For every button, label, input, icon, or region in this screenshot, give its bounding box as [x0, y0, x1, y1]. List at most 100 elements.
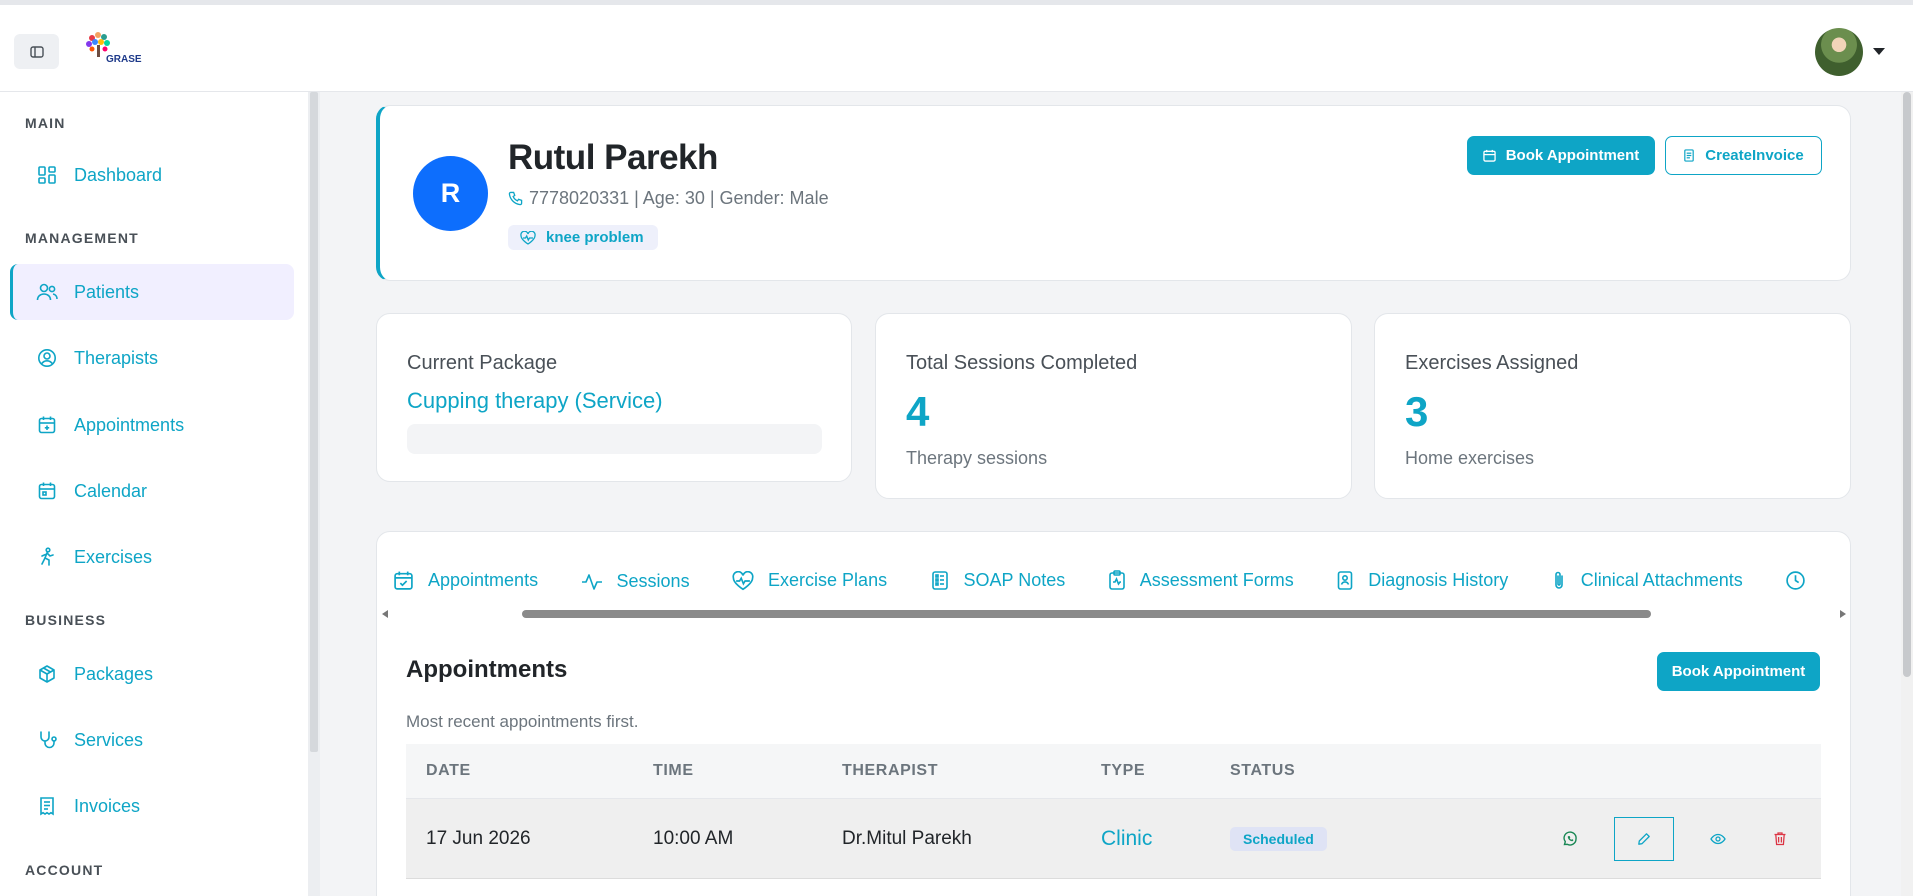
sidebar-item-label: Calendar	[74, 480, 148, 501]
tab-exercise-plans[interactable]: Exercise Plans	[732, 563, 887, 599]
column-header-time: TIME	[653, 762, 694, 779]
eye-icon	[1710, 833, 1726, 844]
status-badge: Scheduled	[1230, 826, 1327, 851]
top-bar: GRASE	[0, 0, 1913, 92]
tab-horizontal-scrollbar[interactable]	[379, 607, 1849, 621]
scroll-left-arrow-icon[interactable]	[382, 610, 388, 618]
calendar-plus-icon	[1482, 149, 1496, 162]
brand-logo-text: GRASE	[106, 54, 142, 65]
sidebar-item-label: Therapists	[74, 347, 159, 368]
appointments-heading: Appointments	[406, 656, 568, 683]
users-icon	[36, 281, 58, 303]
clipboard-pulse-icon	[1108, 569, 1126, 591]
tab-diagnosis-history[interactable]: Diagnosis History	[1336, 562, 1508, 598]
patient-name: Rutul Parekh	[508, 138, 718, 177]
sidebar-item-label: Patients	[74, 281, 140, 302]
sidebar-item-calendar[interactable]: Calendar	[10, 463, 294, 519]
column-header-therapist: THERAPIST	[842, 762, 939, 779]
patient-info: 7778020331 | Age: 30 | Gender: Male	[508, 188, 829, 209]
package-icon	[36, 663, 58, 685]
patient-info-text: 7778020331 | Age: 30 | Gender: Male	[529, 188, 829, 208]
cell-date: 17 Jun 2026	[426, 827, 531, 849]
patient-header-card: R Rutul Parekh 7778020331 | Age: 30 | Ge…	[376, 105, 1851, 281]
table-header: DATE TIME THERAPIST TYPE STATUS	[406, 744, 1821, 799]
appointments-table: DATE TIME THERAPIST TYPE STATUS 17 Jun 2…	[406, 744, 1821, 879]
edit-button[interactable]	[1614, 816, 1674, 861]
invoice-icon	[1683, 149, 1695, 162]
view-button[interactable]	[1703, 824, 1733, 854]
sidebar-section-account: ACCOUNT	[25, 862, 104, 878]
sidebar-toggle-button[interactable]	[14, 34, 59, 69]
user-avatar[interactable]	[1815, 28, 1863, 76]
dashboard-icon	[36, 164, 58, 186]
heart-pulse-icon	[520, 230, 536, 245]
current-package-title: Current Package	[407, 352, 558, 374]
tab-assessment-forms[interactable]: Assessment Forms	[1108, 562, 1294, 598]
book-appointment-button-secondary[interactable]: Book Appointment	[1657, 652, 1820, 691]
tab-history[interactable]	[1785, 562, 1820, 598]
clock-icon	[1785, 570, 1806, 591]
calendar-plus-icon	[36, 414, 58, 436]
current-package-name[interactable]: Cupping therapy (Service)	[407, 388, 663, 414]
whatsapp-icon	[1563, 830, 1577, 846]
sessions-completed-card: Total Sessions Completed 4 Therapy sessi…	[875, 313, 1352, 499]
calendar-check-icon	[393, 570, 414, 591]
column-header-date: DATE	[426, 762, 471, 779]
sidebar-item-invoices[interactable]: Invoices	[10, 778, 294, 834]
notes-icon	[930, 570, 950, 591]
patient-avatar: R	[413, 156, 488, 231]
scroll-right-arrow-icon[interactable]	[1840, 610, 1846, 618]
trash-icon	[1774, 832, 1786, 846]
sidebar-item-appointments[interactable]: Appointments	[10, 397, 294, 453]
sidebar-item-patients[interactable]: Patients	[10, 264, 294, 320]
tab-clinical-attachments[interactable]: Clinical Attachments	[1551, 562, 1743, 598]
sidebar-section-management: MANAGEMENT	[25, 230, 139, 246]
sidebar-item-label: Packages	[74, 663, 154, 684]
document-person-icon	[1336, 570, 1354, 591]
column-header-status: STATUS	[1230, 762, 1296, 779]
exercises-count: 3	[1405, 388, 1429, 435]
cell-type[interactable]: Clinic	[1101, 827, 1152, 851]
tab-appointments[interactable]: Appointments	[393, 562, 538, 598]
sidebar-item-label: Exercises	[74, 546, 153, 567]
sidebar-item-label: Services	[74, 729, 144, 750]
sessions-count: 4	[906, 388, 930, 435]
sidebar-section-main: MAIN	[25, 115, 66, 131]
phone-icon	[508, 191, 523, 206]
appointments-subtitle: Most recent appointments first.	[406, 712, 639, 731]
table-row[interactable]: 17 Jun 2026 10:00 AM Dr.Mitul Parekh Cli…	[406, 799, 1821, 879]
invoice-icon	[36, 795, 58, 817]
heart-pulse-icon	[732, 570, 754, 591]
exercises-title: Exercises Assigned	[1405, 352, 1579, 374]
sidebar-item-dashboard[interactable]: Dashboard	[10, 147, 294, 203]
cell-status: Scheduled	[1230, 826, 1327, 851]
sidebar-item-packages[interactable]: Packages	[10, 646, 294, 702]
chevron-down-icon[interactable]	[1873, 48, 1885, 55]
create-invoice-button[interactable]: CreateInvoice	[1665, 136, 1822, 175]
sidebar-toggle-icon	[29, 45, 44, 58]
exercises-subtitle: Home exercises	[1405, 448, 1535, 468]
sidebar-item-label: Dashboard	[74, 164, 163, 185]
sidebar-item-therapists[interactable]: Therapists	[10, 330, 294, 386]
package-progress-bar	[407, 424, 822, 454]
page-scrollbar-thumb[interactable]	[1903, 92, 1911, 677]
book-appointment-button[interactable]: Book Appointment	[1467, 136, 1655, 175]
sidebar: MAIN Dashboard MANAGEMENT Patients Thera…	[0, 92, 308, 896]
stethoscope-icon	[36, 729, 58, 751]
tab-sessions[interactable]: Sessions	[581, 564, 690, 599]
delete-button[interactable]	[1765, 824, 1795, 854]
whatsapp-button[interactable]	[1555, 824, 1585, 854]
sessions-title: Total Sessions Completed	[906, 352, 1138, 374]
activity-icon	[581, 573, 603, 591]
sidebar-item-exercises[interactable]: Exercises	[10, 529, 294, 585]
tab-soap-notes[interactable]: SOAP Notes	[930, 562, 1065, 598]
sessions-subtitle: Therapy sessions	[906, 448, 1048, 468]
patient-details-card: Appointments Sessions Exercise Plans SOA…	[376, 531, 1851, 896]
sidebar-scrollbar-thumb[interactable]	[310, 92, 318, 752]
tab-scrollbar-thumb[interactable]	[522, 610, 1651, 618]
calendar-icon	[36, 480, 58, 502]
column-header-type: TYPE	[1101, 762, 1146, 779]
cell-time: 10:00 AM	[653, 827, 734, 849]
exercises-assigned-card: Exercises Assigned 3 Home exercises	[1374, 313, 1851, 499]
sidebar-item-services[interactable]: Services	[10, 712, 294, 768]
